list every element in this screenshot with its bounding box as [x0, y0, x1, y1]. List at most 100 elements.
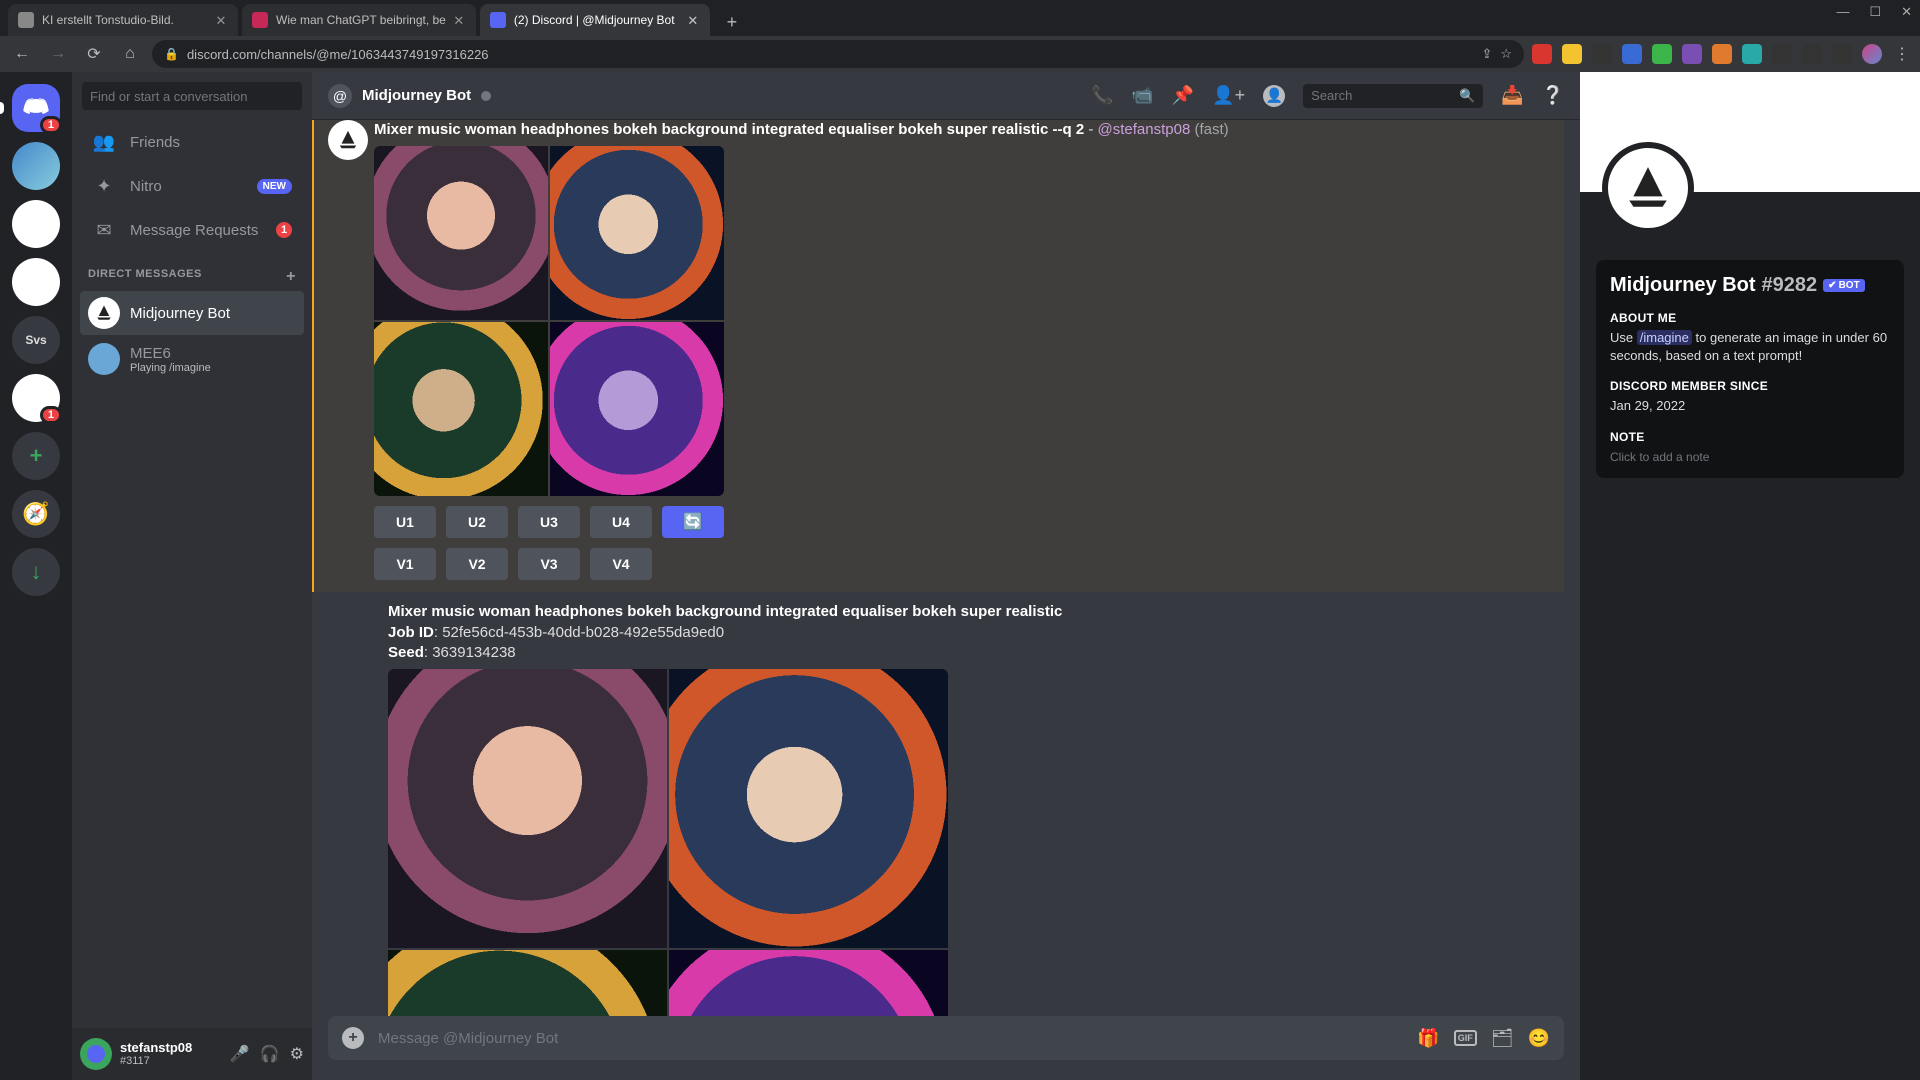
add-server-button[interactable]: +: [12, 432, 60, 480]
dm-item-midjourney[interactable]: Midjourney Bot: [80, 291, 304, 335]
extension-icon[interactable]: [1592, 44, 1612, 64]
close-icon[interactable]: ✕: [686, 13, 700, 27]
prompt-text: Mixer music woman headphones bokeh backg…: [388, 602, 1564, 622]
v3-button[interactable]: V3: [518, 548, 580, 580]
gift-icon[interactable]: 🎁: [1417, 1028, 1439, 1049]
deafen-icon[interactable]: 🎧: [260, 1044, 280, 1064]
reroll-button[interactable]: 🔄: [662, 506, 724, 538]
server-item[interactable]: [12, 142, 60, 190]
minimize-icon[interactable]: —: [1836, 4, 1849, 20]
mute-icon[interactable]: 🎤: [230, 1044, 250, 1064]
friends-link[interactable]: 👥 Friends: [80, 121, 304, 163]
extension-icon[interactable]: [1742, 44, 1762, 64]
nitro-icon: ✦: [92, 176, 116, 197]
generated-image[interactable]: [669, 669, 948, 948]
server-item[interactable]: Svs: [12, 316, 60, 364]
help-icon[interactable]: ❔: [1542, 85, 1564, 106]
image-grid-large[interactable]: [388, 669, 948, 1016]
close-icon[interactable]: ✕: [214, 13, 228, 27]
server-item[interactable]: 1: [12, 374, 60, 422]
profile-avatar-icon[interactable]: [1862, 44, 1882, 64]
download-apps-button[interactable]: ↓: [12, 548, 60, 596]
image-grid[interactable]: [374, 146, 724, 496]
emoji-icon[interactable]: 😊: [1528, 1028, 1550, 1049]
message-avatar[interactable]: [328, 120, 368, 160]
dm-name: MEE6: [130, 345, 211, 362]
message-highlighted: Mixer music woman headphones bokeh backg…: [312, 120, 1564, 592]
server-item[interactable]: [12, 258, 60, 306]
close-icon[interactable]: ✕: [452, 13, 466, 27]
user-profile-icon[interactable]: 👤: [1263, 85, 1285, 107]
voice-call-icon[interactable]: 📞: [1091, 85, 1113, 106]
user-mention[interactable]: @stefanstp08: [1098, 121, 1191, 138]
v2-button[interactable]: V2: [446, 548, 508, 580]
forward-icon[interactable]: →: [44, 40, 72, 68]
server-item[interactable]: [12, 200, 60, 248]
attach-button[interactable]: +: [342, 1027, 364, 1049]
generated-image[interactable]: [550, 322, 724, 496]
note-input[interactable]: Click to add a note: [1610, 450, 1890, 464]
add-friends-icon[interactable]: 👤+: [1212, 85, 1245, 106]
extension-icon[interactable]: [1532, 44, 1552, 64]
message-requests-link[interactable]: ✉ Message Requests 1: [80, 209, 304, 251]
extension-icon[interactable]: [1652, 44, 1672, 64]
reload-icon[interactable]: ⟳: [80, 40, 108, 68]
message-requests-icon: ✉: [92, 220, 116, 241]
upscale-row: U1 U2 U3 U4 🔄: [374, 506, 1550, 538]
pinned-icon[interactable]: 📌: [1172, 85, 1194, 106]
server-rail: 1 Svs 1 + 🧭 ↓: [0, 72, 72, 1080]
puzzle-icon[interactable]: [1802, 44, 1822, 64]
close-window-icon[interactable]: ✕: [1901, 4, 1912, 20]
u3-button[interactable]: U3: [518, 506, 580, 538]
url-bar[interactable]: 🔒 discord.com/channels/@me/1063443749197…: [152, 40, 1524, 68]
browser-tab[interactable]: KI erstellt Tonstudio-Bild. ✕: [8, 4, 238, 36]
share-icon[interactable]: ⇪: [1481, 46, 1492, 62]
u2-button[interactable]: U2: [446, 506, 508, 538]
generated-image[interactable]: [388, 950, 667, 1016]
settings-icon[interactable]: ⚙: [290, 1044, 304, 1064]
nitro-link[interactable]: ✦ Nitro NEW: [80, 165, 304, 207]
generated-image[interactable]: [388, 669, 667, 948]
extension-icon[interactable]: [1772, 44, 1792, 64]
sidepanel-icon[interactable]: [1832, 44, 1852, 64]
u4-button[interactable]: U4: [590, 506, 652, 538]
extension-icon[interactable]: [1622, 44, 1642, 64]
generated-image[interactable]: [669, 950, 948, 1016]
message-list[interactable]: Mixer music woman headphones bokeh backg…: [312, 120, 1580, 1016]
browser-tab-active[interactable]: (2) Discord | @Midjourney Bot ✕: [480, 4, 710, 36]
profile-card: Midjourney Bot#9282 ✔ BOT ABOUT ME Use /…: [1596, 260, 1904, 478]
v4-button[interactable]: V4: [590, 548, 652, 580]
dm-item-mee6[interactable]: MEE6 Playing /imagine: [80, 337, 304, 381]
generated-image[interactable]: [374, 322, 548, 496]
bookmark-icon[interactable]: ☆: [1500, 46, 1512, 62]
new-tab-button[interactable]: +: [718, 8, 746, 36]
extension-icon[interactable]: [1562, 44, 1582, 64]
home-server[interactable]: 1: [12, 84, 60, 132]
extension-icon[interactable]: [1682, 44, 1702, 64]
generated-image[interactable]: [550, 146, 724, 320]
message-input[interactable]: + Message @Midjourney Bot 🎁 GIF 🗂 😊: [328, 1016, 1564, 1060]
extension-icon[interactable]: [1712, 44, 1732, 64]
find-conversation-input[interactable]: Find or start a conversation: [82, 82, 302, 110]
inbox-icon[interactable]: 📥: [1501, 85, 1523, 106]
user-avatar[interactable]: [80, 1038, 112, 1070]
back-icon[interactable]: ←: [8, 40, 36, 68]
search-placeholder: Search: [1311, 88, 1352, 103]
gif-icon[interactable]: GIF: [1454, 1030, 1477, 1046]
create-dm-button[interactable]: +: [286, 268, 296, 286]
sticker-icon[interactable]: 🗂: [1491, 1028, 1514, 1049]
explore-servers-button[interactable]: 🧭: [12, 490, 60, 538]
menu-icon[interactable]: ⋮: [1892, 44, 1912, 64]
home-icon[interactable]: ⌂: [116, 40, 144, 68]
generated-image[interactable]: [374, 146, 548, 320]
maximize-icon[interactable]: ☐: [1869, 4, 1881, 20]
tab-favicon: [252, 12, 268, 28]
u1-button[interactable]: U1: [374, 506, 436, 538]
extensions: ⋮: [1532, 44, 1912, 64]
v1-button[interactable]: V1: [374, 548, 436, 580]
search-input[interactable]: Search 🔍: [1303, 84, 1483, 108]
video-call-icon[interactable]: 📹: [1131, 85, 1153, 106]
profile-avatar[interactable]: [1602, 142, 1694, 234]
browser-tab[interactable]: Wie man ChatGPT beibringt, be ✕: [242, 4, 476, 36]
channel-sidebar: Find or start a conversation 👥 Friends ✦…: [72, 72, 312, 1080]
